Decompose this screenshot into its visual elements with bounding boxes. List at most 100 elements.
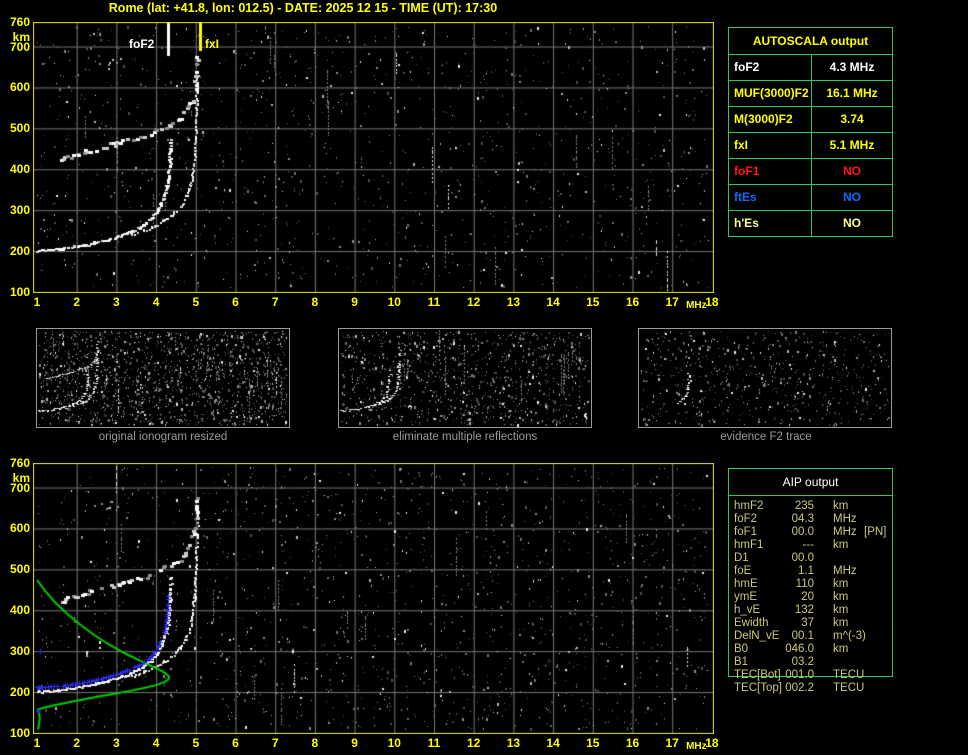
aip-row-hmF1: hmF1 --- km <box>728 539 958 552</box>
panel-caption-evidence: evidence F2 trace <box>720 431 812 443</box>
aip-value: --- <box>802 539 815 551</box>
param-label: ftEs <box>729 185 812 210</box>
x-tick-label: 12 <box>467 295 481 309</box>
x-tick-label: 3 <box>113 295 120 309</box>
x-tick-label: 6 <box>232 736 239 750</box>
aip-unit: km <box>833 578 849 590</box>
aip-row-B0: B0 046.0 km <box>728 643 958 656</box>
param-value: NO <box>843 216 861 230</box>
x-tick-label: 14 <box>546 736 560 750</box>
panel-caption-eliminate: eliminate multiple reflections <box>392 431 538 443</box>
autoscala-output-table: AUTOSCALA output foF2 4.3 MHz MUF(3000)F2 1… <box>728 27 893 237</box>
aip-param: foF2 <box>734 513 758 525</box>
x-axis-unit: MHz <box>686 300 707 311</box>
x-axis-unit: MHz <box>686 741 707 752</box>
aip-unit: MHz <box>833 513 857 525</box>
x-tick-label: 9 <box>351 295 358 309</box>
param-label: M(3000)F2 <box>729 107 812 132</box>
aip-param: D1 <box>734 552 749 564</box>
aip-unit: TECU <box>833 669 865 681</box>
aip-value: 132 <box>794 604 814 616</box>
autoscaled-ionogram-plot <box>33 22 714 293</box>
aip-row-TECBot: TEC[Bot] 001.0 TECU <box>728 669 958 682</box>
aip-value: 00.0 <box>791 526 814 538</box>
aip-param: foE <box>734 565 752 577</box>
x-tick-label: 15 <box>586 295 600 309</box>
y-tick-label: 400 <box>9 162 30 177</box>
param-value: 3.74 <box>840 112 864 126</box>
x-tick-label: 6 <box>232 295 239 309</box>
panel-caption-original: original ionogram resized <box>98 431 228 443</box>
aip-value: 001.0 <box>785 669 814 681</box>
param-value: NO <box>843 164 861 178</box>
param-label: fxI <box>729 133 812 158</box>
x-tick-label: 9 <box>351 736 358 750</box>
aip-row-Ewidth: Ewidth 37 km <box>728 617 958 630</box>
x-tick-label: 13 <box>506 736 521 750</box>
evidence-f2-trace-panel <box>638 328 892 428</box>
aip-unit: MHz <box>833 526 857 538</box>
autoscala-row-M3000F2: M(3000)F2 3.74 <box>729 107 892 133</box>
x-tick-label: 4 <box>152 295 160 309</box>
autoscala-window: Rome (lat: +41.8, lon: 012.5) - DATE: 20… <box>0 0 968 755</box>
param-label: MUF(3000)F2 <box>729 81 812 106</box>
y-tick-label: 700 <box>9 39 30 54</box>
aip-row-hmF2: hmF2 235 km <box>728 500 958 513</box>
x-tick-label: 17 <box>665 295 679 309</box>
aip-value: 110 <box>795 578 814 590</box>
aip-row-foF1: foF1 00.0 MHz [PN] <box>728 526 958 539</box>
aip-unit: km <box>833 591 849 603</box>
x-tick-label: 11 <box>427 736 441 750</box>
y-tick-label: 400 <box>9 603 30 618</box>
x-tick-label: 16 <box>625 736 640 750</box>
aip-unit: km <box>833 604 849 616</box>
param-value: 4.3 MHz <box>829 60 875 74</box>
x-tick-label: 10 <box>387 736 401 750</box>
x-tick-label: 17 <box>665 736 679 750</box>
aip-table-title: AIP output <box>729 469 892 496</box>
x-tick-label: 2 <box>73 295 81 309</box>
y-tick-label: 500 <box>9 562 30 577</box>
x-tick-label: 15 <box>586 736 600 750</box>
aip-row-foE: foE 1.1 MHz <box>728 565 958 578</box>
eliminate-reflections-panel <box>338 328 592 428</box>
aip-param: hmF2 <box>734 500 764 512</box>
aip-extra: [PN] <box>864 526 887 538</box>
aip-value: 00.0 <box>791 552 814 564</box>
aip-unit: m^(-3) <box>833 630 866 642</box>
aip-value: 235 <box>794 500 814 512</box>
fxi-marker-label: fxI <box>205 37 220 51</box>
aip-value: 046.0 <box>785 643 814 655</box>
x-tick-label: 10 <box>387 295 401 309</box>
station-title: Rome (lat: +41.8, lon: 012.5) - DATE: 20… <box>108 1 498 15</box>
aip-value: 03.2 <box>791 656 814 668</box>
x-tick-label: 7 <box>271 736 279 750</box>
aip-row-TECTop: TEC[Top] 002.2 TECU <box>728 682 958 695</box>
x-tick-label: 14 <box>546 295 560 309</box>
autoscala-row-foF1: foF1 NO <box>729 159 892 185</box>
x-tick-label: 5 <box>192 736 200 750</box>
aip-value: 1.1 <box>798 565 814 577</box>
autoscala-row-fxI: fxI 5.1 MHz <box>729 133 892 159</box>
param-value: 5.1 MHz <box>829 138 875 152</box>
autoscala-row-foF2: foF2 4.3 MHz <box>729 55 892 81</box>
aip-profile-ionogram-plot <box>33 463 714 734</box>
y-tick-label: 200 <box>9 685 30 700</box>
autoscala-row-ftEs: ftEs NO <box>729 185 892 211</box>
aip-unit: km <box>833 500 849 512</box>
aip-unit: km <box>833 617 849 629</box>
y-tick-label: 300 <box>9 644 30 659</box>
aip-unit: km <box>833 643 849 655</box>
y-tick-label: 760 <box>9 15 30 29</box>
x-tick-label: 7 <box>271 295 279 309</box>
aip-unit: km <box>833 539 849 551</box>
aip-output-rows: hmF2 235 km foF2 04.3 MHz foF1 00.0 MHz [PN] hmF1 -… <box>728 500 958 695</box>
aip-param: foF1 <box>734 526 758 538</box>
aip-value: 00.1 <box>791 630 814 642</box>
aip-value: 04.3 <box>791 513 814 525</box>
x-tick-label: 13 <box>506 295 521 309</box>
x-tick-label: 5 <box>192 295 200 309</box>
autoscala-table-title: AUTOSCALA output <box>729 28 892 55</box>
aip-unit: TECU <box>833 682 865 694</box>
param-label: h'Es <box>729 211 812 236</box>
